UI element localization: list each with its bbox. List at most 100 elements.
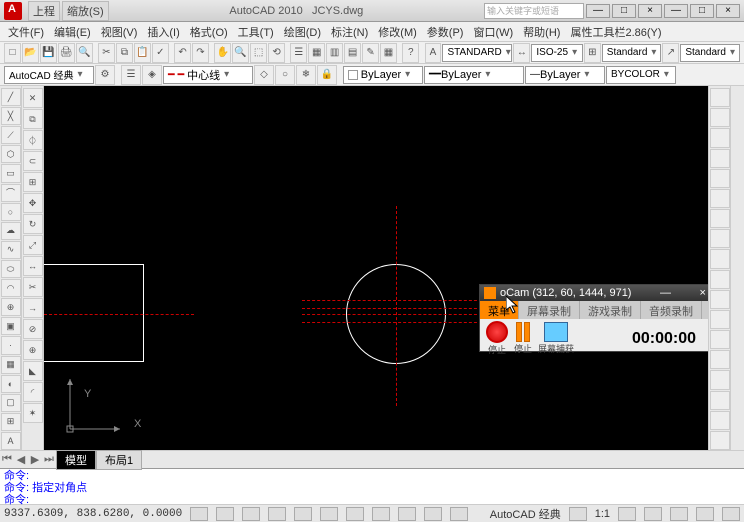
properties-button[interactable]: ☰ (290, 43, 307, 63)
gradient-tool[interactable]: ◐ (1, 375, 21, 393)
ocam-minimize-button[interactable]: — (660, 287, 671, 299)
doc-minimize-button[interactable]: — (586, 4, 610, 18)
calc-button[interactable]: ▦ (380, 43, 397, 63)
menu-tools[interactable]: 工具(T) (234, 22, 278, 42)
paste-button[interactable]: 📋 (134, 43, 151, 63)
autocad-logo-icon[interactable] (4, 2, 22, 20)
layer-iso-button[interactable]: ◇ (254, 65, 274, 85)
help-button[interactable]: ? (402, 43, 419, 63)
dim-button[interactable]: ↔ (513, 43, 530, 63)
grid-toggle[interactable] (216, 507, 234, 521)
otrack-toggle[interactable] (320, 507, 338, 521)
ocam-window[interactable]: oCam (312, 60, 1444, 971) — × 菜单 屏幕录制 游戏… (479, 284, 708, 352)
explode-tool[interactable]: ✶ (23, 403, 43, 423)
scale-tool[interactable]: ⤢ (23, 235, 43, 255)
hatch-tool[interactable]: ▦ (1, 356, 21, 374)
region-tool[interactable]: ▢ (1, 394, 21, 412)
anno-auto-button[interactable] (644, 507, 662, 521)
help-search-input[interactable]: 输入关键字或短语 (484, 3, 584, 19)
ocam-titlebar[interactable]: oCam (312, 60, 1444, 971) — × (480, 285, 708, 301)
save-button[interactable]: 💾 (40, 43, 57, 63)
linetype-combo[interactable]: ━ ━ 中心线 (163, 66, 253, 84)
stretch-tool[interactable]: ↔ (23, 256, 43, 276)
ellipse-tool[interactable]: ⬭ (1, 260, 21, 278)
lwt-toggle[interactable] (398, 507, 416, 521)
match-button[interactable]: ✓ (152, 43, 169, 63)
ws-switch-button[interactable] (670, 507, 688, 521)
copy-tool[interactable]: ⧉ (23, 109, 43, 129)
tolerance-tool[interactable] (710, 350, 730, 369)
preview-button[interactable]: 🔍 (76, 43, 93, 63)
ellipsearc-tool[interactable]: ◠ (1, 279, 21, 297)
dim-radius-tool[interactable] (710, 169, 730, 188)
command-line[interactable]: 命令: 命令: 指定对角点 命令: (0, 468, 744, 504)
toolbar-lock-button[interactable] (696, 507, 714, 521)
undo-button[interactable]: ↶ (174, 43, 191, 63)
fillet-tool[interactable]: ◜ (23, 382, 43, 402)
extend-tool[interactable]: → (23, 298, 43, 318)
dim-aligned-tool[interactable] (710, 108, 730, 127)
cut-button[interactable]: ✂ (98, 43, 115, 63)
coordinate-display[interactable]: 9337.6309, 838.6280, 0.0000 (4, 508, 182, 520)
ocam-tab-menu[interactable]: 菜单 (480, 301, 519, 319)
copy-button[interactable]: ⧉ (116, 43, 133, 63)
erase-tool[interactable]: ✕ (23, 88, 43, 108)
xline-tool[interactable]: ╳ (1, 107, 21, 125)
layer-states-button[interactable]: ◈ (142, 65, 162, 85)
spline-tool[interactable]: ∿ (1, 241, 21, 259)
dim-diameter-tool[interactable] (710, 209, 730, 228)
vertical-scrollbar[interactable] (730, 86, 744, 450)
revcloud-tool[interactable]: ☁ (1, 222, 21, 240)
ltype-combo[interactable]: ━━ ByLayer (424, 66, 524, 84)
mirror-tool[interactable]: ⏀ (23, 130, 43, 150)
tab-next-button[interactable]: ▶ (28, 453, 42, 466)
dyn-toggle[interactable] (372, 507, 390, 521)
dim-arc-tool[interactable] (710, 128, 730, 147)
mlstyle-combo[interactable]: Standard (680, 44, 740, 62)
close-button[interactable]: × (716, 4, 740, 18)
dim-ordinate-tool[interactable] (710, 149, 730, 168)
join-tool[interactable]: ⊕ (23, 340, 43, 360)
zoom-window-button[interactable]: ⬚ (250, 43, 267, 63)
dim-space-tool[interactable] (710, 310, 730, 329)
quick-tab[interactable]: 上程 (28, 1, 60, 21)
dim-baseline-tool[interactable] (710, 270, 730, 289)
anno-vis-button[interactable] (618, 507, 636, 521)
anno-scale[interactable]: 1:1 (595, 508, 610, 520)
menu-file[interactable]: 文件(F) (4, 22, 48, 42)
insert-tool[interactable]: ⊕ (1, 298, 21, 316)
polar-toggle[interactable] (268, 507, 286, 521)
menu-express[interactable]: 属性工具栏2.86(Y) (566, 22, 665, 42)
menu-help[interactable]: 帮助(H) (519, 22, 564, 42)
zoom-prev-button[interactable]: ⟲ (268, 43, 285, 63)
chamfer-tool[interactable]: ◣ (23, 361, 43, 381)
ocam-record-button[interactable] (486, 321, 508, 343)
plot-button[interactable]: 🖨 (58, 43, 75, 63)
table-button[interactable]: ⊞ (584, 43, 601, 63)
pan-button[interactable]: ✋ (214, 43, 231, 63)
ocam-tab-audio[interactable]: 音频录制 (641, 301, 702, 319)
doc-close-button[interactable]: × (638, 4, 662, 18)
menu-parametric[interactable]: 参数(P) (423, 22, 468, 42)
doc-maximize-button[interactable]: □ (612, 4, 636, 18)
snap-toggle[interactable] (190, 507, 208, 521)
ortho-toggle[interactable] (242, 507, 260, 521)
layer-off-button[interactable]: ○ (275, 65, 295, 85)
pline-tool[interactable]: ⟋ (1, 126, 21, 144)
workspace-combo[interactable]: AutoCAD 经典 (4, 66, 94, 84)
osnap-toggle[interactable] (294, 507, 312, 521)
markup-button[interactable]: ✎ (362, 43, 379, 63)
sheetset-button[interactable]: ▤ (344, 43, 361, 63)
trim-tool[interactable]: ✂ (23, 277, 43, 297)
point-tool[interactable]: · (1, 336, 21, 354)
rectangle-tool[interactable]: ▭ (1, 164, 21, 182)
menu-view[interactable]: 视图(V) (97, 22, 142, 42)
menu-insert[interactable]: 插入(I) (143, 22, 183, 42)
ducs-toggle[interactable] (346, 507, 364, 521)
designcenter-button[interactable]: ▦ (308, 43, 325, 63)
menu-edit[interactable]: 编辑(E) (50, 22, 95, 42)
tab-last-button[interactable]: ⏭ (42, 453, 56, 466)
ws-settings-button[interactable]: ⚙ (95, 65, 115, 85)
break-tool[interactable]: ⊘ (23, 319, 43, 339)
dim-angular-tool[interactable] (710, 229, 730, 248)
